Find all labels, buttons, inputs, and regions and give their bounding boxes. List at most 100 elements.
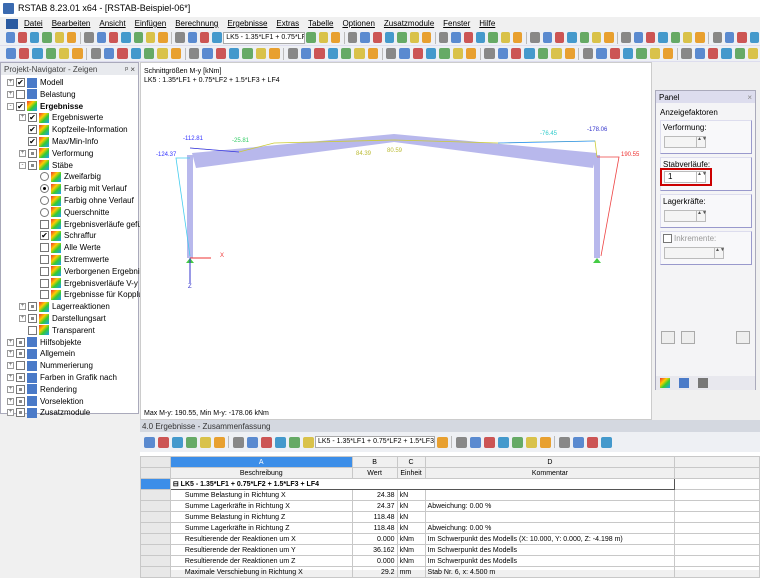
menu-ansicht[interactable]: Ansicht — [99, 19, 125, 28]
tree-item-rendering[interactable]: + Rendering — [7, 384, 77, 395]
tree-item-ergebniswerte[interactable]: + ✔ Ergebniswerte — [19, 112, 103, 123]
tree-item-farben-in-grafik-nach[interactable]: + Farben in Grafik nach — [7, 372, 117, 383]
toolbar-button-icon[interactable] — [572, 436, 584, 448]
table-row[interactable]: Summe Belastung in Richtung X 24.38 kN — [140, 489, 760, 501]
stabverlaeufe-value[interactable]: 1 — [665, 172, 672, 181]
toolbar-button-icon[interactable] — [621, 32, 631, 43]
toolbar-button-icon[interactable] — [327, 48, 338, 59]
toolbar-button-icon[interactable] — [260, 436, 272, 448]
toolbar-button-icon[interactable] — [397, 32, 407, 43]
expand-icon[interactable]: + — [19, 315, 26, 322]
tree-item-ergebnisverl-ufe-v-y[interactable]: Ergebnisverläufe V-y — [31, 278, 138, 289]
toolbar-button-icon[interactable] — [633, 32, 644, 43]
tree-item-darstellungsart[interactable]: + Darstellungsart — [19, 313, 106, 324]
tree-item-farbig-mit-verlauf[interactable]: Farbig mit Verlauf — [31, 183, 127, 194]
toolbar-button-icon[interactable] — [133, 32, 143, 43]
toolbar-button-icon[interactable] — [539, 436, 551, 448]
toolbar-button-icon[interactable] — [500, 32, 511, 43]
table-row[interactable]: Maximale Verschiebung in Richtung X 29.2 m… — [140, 566, 760, 578]
table-row[interactable]: Resultierende der Reaktionen um Z 0.000 kN… — [140, 555, 760, 567]
checkbox[interactable] — [40, 278, 49, 288]
toolbar-button-icon[interactable] — [649, 48, 661, 59]
menu-berechnung[interactable]: Berechnung — [175, 19, 218, 28]
tree-item-verformung[interactable]: + Verformung — [19, 148, 93, 159]
toolbar-button-icon[interactable] — [130, 48, 142, 59]
toolbar-button-icon[interactable] — [306, 32, 316, 43]
checkbox[interactable] — [16, 361, 25, 371]
menu-optionen[interactable]: Optionen — [342, 19, 374, 28]
toolbar-button-icon[interactable] — [385, 48, 397, 59]
checkbox[interactable] — [40, 219, 49, 229]
toolbar-button-icon[interactable] — [524, 48, 535, 59]
toolbar-button-icon[interactable] — [537, 48, 549, 59]
toolbar-button-icon[interactable] — [737, 32, 747, 43]
checkbox[interactable] — [28, 325, 37, 335]
expand-icon[interactable]: + — [7, 90, 14, 98]
toolbar-button-icon[interactable] — [670, 32, 681, 43]
menu-datei[interactable]: Datei — [24, 19, 43, 28]
color-scale-tab-icon[interactable] — [660, 378, 670, 388]
toolbar-button-icon[interactable] — [360, 32, 370, 43]
toolbar-button-icon[interactable] — [409, 32, 419, 43]
toolbar-button-icon[interactable] — [421, 32, 432, 43]
checkbox[interactable]: ✔ — [28, 137, 37, 146]
close-icon[interactable]: × — [130, 65, 135, 74]
toolbar-button-icon[interactable] — [466, 48, 477, 59]
toolbar-button-icon[interactable] — [215, 48, 227, 59]
checkbox[interactable] — [16, 349, 25, 359]
toolbar-button-icon[interactable] — [469, 436, 481, 448]
tree-item-ergebnisverl-ufe-gef-[interactable]: Ergebnisverläufe gefü — [31, 219, 142, 230]
toolbar-button-icon[interactable] — [372, 32, 382, 43]
toolbar-button-icon[interactable] — [452, 48, 464, 59]
toolbar-button-icon[interactable] — [255, 48, 267, 59]
toolbar-button-icon[interactable] — [530, 32, 540, 43]
toolbar-button-icon[interactable] — [749, 32, 759, 43]
checkbox[interactable]: ✔ — [28, 113, 37, 123]
toolbar-button-icon[interactable] — [269, 48, 280, 59]
expand-icon[interactable]: + — [19, 149, 26, 157]
toolbar-button-icon[interactable] — [213, 436, 225, 448]
toolbar-button-icon[interactable] — [185, 436, 197, 448]
expand-icon[interactable]: + — [7, 338, 14, 346]
checkbox[interactable] — [16, 373, 25, 382]
checkbox[interactable] — [16, 396, 25, 406]
toolbar-button-icon[interactable] — [117, 48, 128, 59]
toolbar-button-icon[interactable] — [554, 32, 565, 43]
checkbox[interactable] — [28, 314, 37, 323]
menu-extras[interactable]: Extras — [276, 19, 299, 28]
expand-icon[interactable]: + — [7, 79, 14, 86]
toolbar-button-icon[interactable] — [622, 48, 634, 59]
toolbar-button-icon[interactable] — [426, 48, 437, 59]
collapse-icon[interactable]: - — [7, 102, 14, 110]
toolbar-button-icon[interactable] — [542, 32, 552, 43]
checkbox[interactable] — [28, 302, 37, 312]
toolbar-button-icon[interactable] — [30, 32, 40, 43]
col-letter[interactable]: D — [424, 456, 676, 468]
tree-item-farbig-ohne-verlauf[interactable]: Farbig ohne Verlauf — [31, 195, 134, 206]
toolbar-button-icon[interactable] — [157, 436, 169, 448]
toolbar-button-icon[interactable] — [439, 32, 449, 43]
menu-tabelle[interactable]: Tabelle — [308, 19, 333, 28]
col-letter[interactable]: C — [396, 456, 426, 468]
toolbar-button-icon[interactable] — [596, 48, 607, 59]
toolbar-button-icon[interactable] — [287, 48, 298, 59]
toolbar-button-icon[interactable] — [145, 32, 156, 43]
checkbox[interactable] — [16, 89, 25, 99]
tree-item-belastung[interactable]: + Belastung — [7, 89, 76, 100]
toolbar-button-icon[interactable] — [564, 48, 575, 59]
col-letter[interactable]: A — [169, 456, 353, 468]
toolbar-button-icon[interactable] — [586, 436, 598, 448]
toolbar-button-icon[interactable] — [748, 48, 759, 59]
tree-item-transparent[interactable]: Transparent — [19, 325, 95, 336]
toolbar-button-icon[interactable] — [143, 436, 155, 448]
col-letter[interactable]: B — [351, 456, 398, 468]
toolbar-button-icon[interactable] — [721, 48, 732, 59]
radio-button[interactable] — [40, 207, 49, 217]
toolbar-button-icon[interactable] — [318, 32, 328, 43]
loadcase-combo[interactable]: LK5 - 1.35*LF1 + 0.75*LF2 - — [223, 31, 305, 44]
toolbar-button-icon[interactable] — [551, 48, 562, 59]
toolbar-button-icon[interactable] — [663, 48, 674, 59]
toolbar-button-icon[interactable] — [157, 48, 168, 59]
toolbar-button-icon[interactable] — [158, 32, 168, 43]
toolbar-button-icon[interactable] — [32, 48, 43, 59]
